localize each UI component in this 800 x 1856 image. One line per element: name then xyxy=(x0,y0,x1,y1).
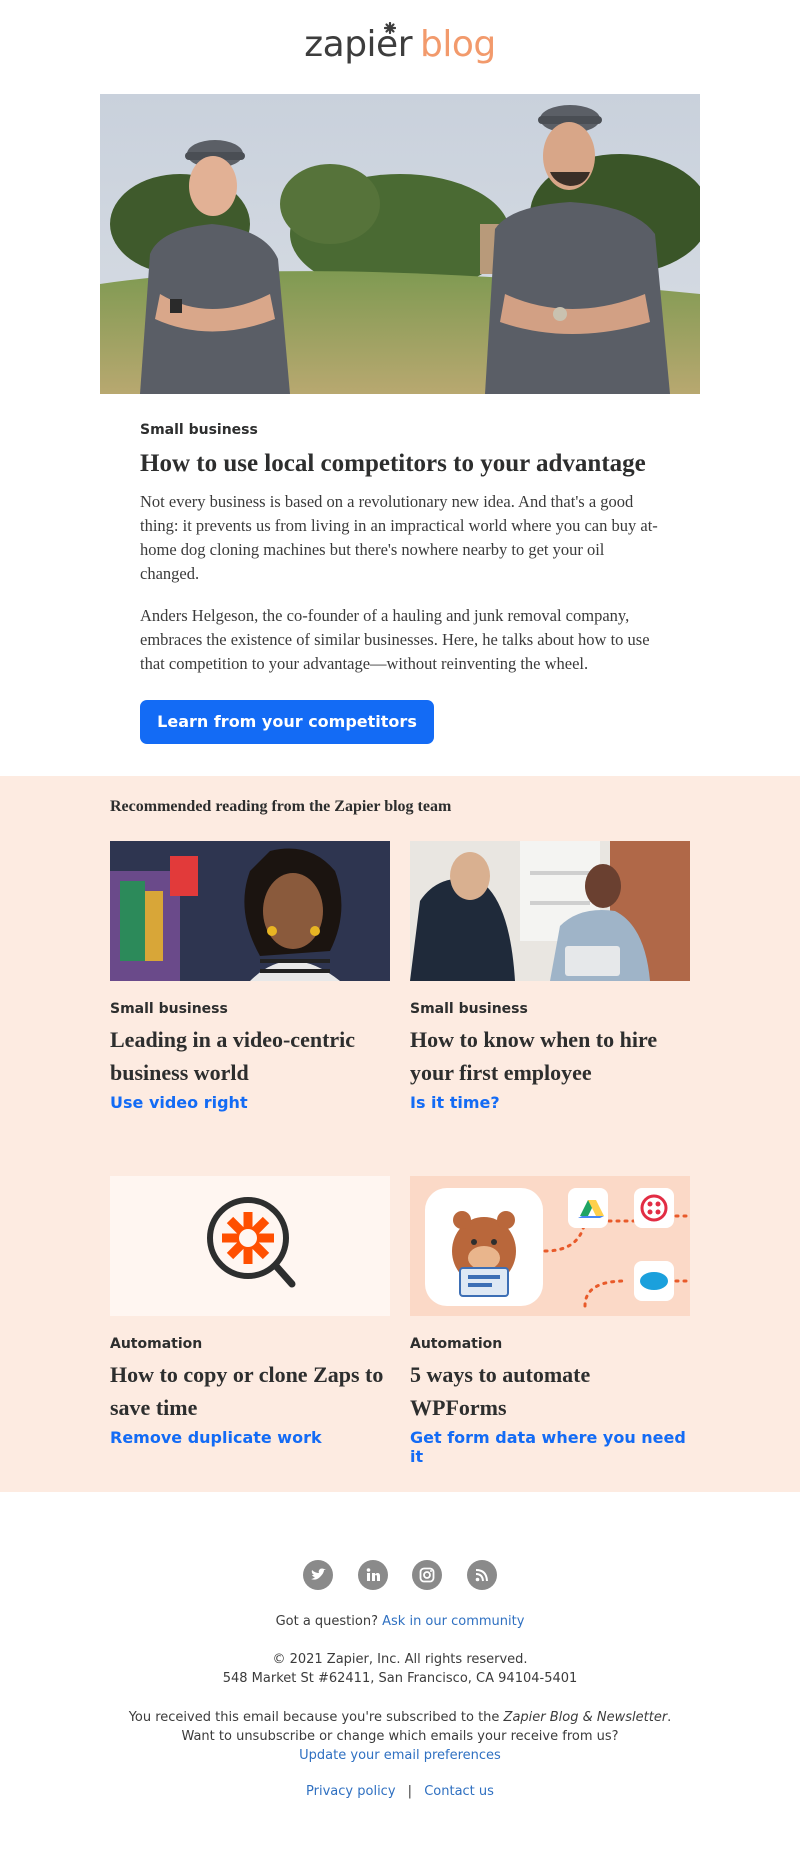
privacy-policy-link[interactable]: Privacy policy xyxy=(306,1784,395,1799)
card-image-meeting[interactable] xyxy=(410,841,690,981)
copyright-block: © 2021 Zapier, Inc. All rights reserved.… xyxy=(0,1650,800,1688)
rss-icon[interactable] xyxy=(466,1560,497,1590)
unsubscribe-text: Want to unsubscribe or change which emai… xyxy=(181,1729,619,1744)
instagram-icon[interactable] xyxy=(412,1560,443,1590)
recommended-card: Small business How to know when to hire … xyxy=(410,841,690,1112)
link-separator: | xyxy=(407,1784,413,1799)
recommended-card: Automation How to copy or clone Zaps to … xyxy=(110,1176,390,1447)
recommended-reading-section: Recommended reading from the Zapier blog… xyxy=(0,776,800,1492)
learn-from-competitors-button[interactable]: Learn from your competitors xyxy=(140,700,434,744)
card-image-video-call[interactable] xyxy=(110,841,390,981)
article-paragraph-2: Anders Helgeson, the co-founder of a hau… xyxy=(140,606,650,673)
card-link-use-video-right[interactable]: Use video right xyxy=(110,1093,390,1112)
recommended-card: Automation 5 ways to automate WPForms Ge… xyxy=(410,1176,690,1466)
email-footer: Got a question? Ask in our community © 2… xyxy=(0,1492,800,1856)
address-text: 548 Market St #62411, San Francisco, CA … xyxy=(222,1671,578,1686)
newsletter-name: Zapier Blog & Newsletter xyxy=(503,1710,668,1725)
twitter-icon[interactable] xyxy=(303,1560,334,1590)
zapier-blog-logo[interactable]: zapier blog xyxy=(0,20,800,68)
featured-article: Small business How to use local competit… xyxy=(140,422,660,744)
card-link-remove-duplicate-work[interactable]: Remove duplicate work xyxy=(110,1428,390,1447)
article-category: Small business xyxy=(140,422,258,438)
update-preferences-link[interactable]: Update your email preferences xyxy=(0,1746,800,1765)
contact-us-link[interactable]: Contact us xyxy=(424,1784,494,1799)
card-category: Automation xyxy=(110,1336,203,1352)
zapier-asterisk-icon xyxy=(384,22,397,34)
subscription-block: You received this email because you're s… xyxy=(0,1708,800,1765)
hero-photo xyxy=(100,94,700,394)
card-image-wpforms[interactable] xyxy=(410,1176,690,1316)
community-question: Got a question? Ask in our community xyxy=(0,1612,800,1631)
card-category: Small business xyxy=(110,1001,228,1017)
card-link-get-form-data[interactable]: Get form data where you need it xyxy=(410,1428,690,1466)
subscribed-prefix: You received this email because you're s… xyxy=(128,1710,500,1725)
card-title[interactable]: How to know when to hire your first empl… xyxy=(410,1023,690,1089)
footer-legal-links: Privacy policy | Contact us xyxy=(0,1782,800,1801)
social-links xyxy=(0,1560,800,1590)
card-category: Small business xyxy=(410,1001,528,1017)
card-link-is-it-time[interactable]: Is it time? xyxy=(410,1093,690,1112)
recommended-heading: Recommended reading from the Zapier blog… xyxy=(110,798,452,815)
article-title[interactable]: How to use local competitors to your adv… xyxy=(140,448,660,480)
logo-blog-suffix: blog xyxy=(420,24,496,65)
question-text: Got a question? xyxy=(275,1614,378,1629)
recommended-card: Small business Leading in a video-centri… xyxy=(110,841,390,1112)
card-title[interactable]: Leading in a video-centric business worl… xyxy=(110,1023,390,1089)
card-title[interactable]: How to copy or clone Zaps to save time xyxy=(110,1358,390,1424)
subscribed-suffix: . xyxy=(667,1710,672,1725)
card-image-zap-search[interactable] xyxy=(110,1176,390,1316)
card-category: Automation xyxy=(410,1336,503,1352)
email-page: zapier blog Small business How to use lo… xyxy=(0,0,800,1856)
hero-image[interactable] xyxy=(100,94,700,394)
subscription-line: You received this email because you're s… xyxy=(0,1708,800,1727)
card-title[interactable]: 5 ways to automate WPForms xyxy=(410,1358,690,1424)
linkedin-icon[interactable] xyxy=(357,1560,388,1590)
article-paragraph-1: Not every business is based on a revolut… xyxy=(140,492,658,583)
community-link[interactable]: Ask in our community xyxy=(382,1614,524,1629)
copyright-text: © 2021 Zapier, Inc. All rights reserved. xyxy=(272,1652,528,1667)
